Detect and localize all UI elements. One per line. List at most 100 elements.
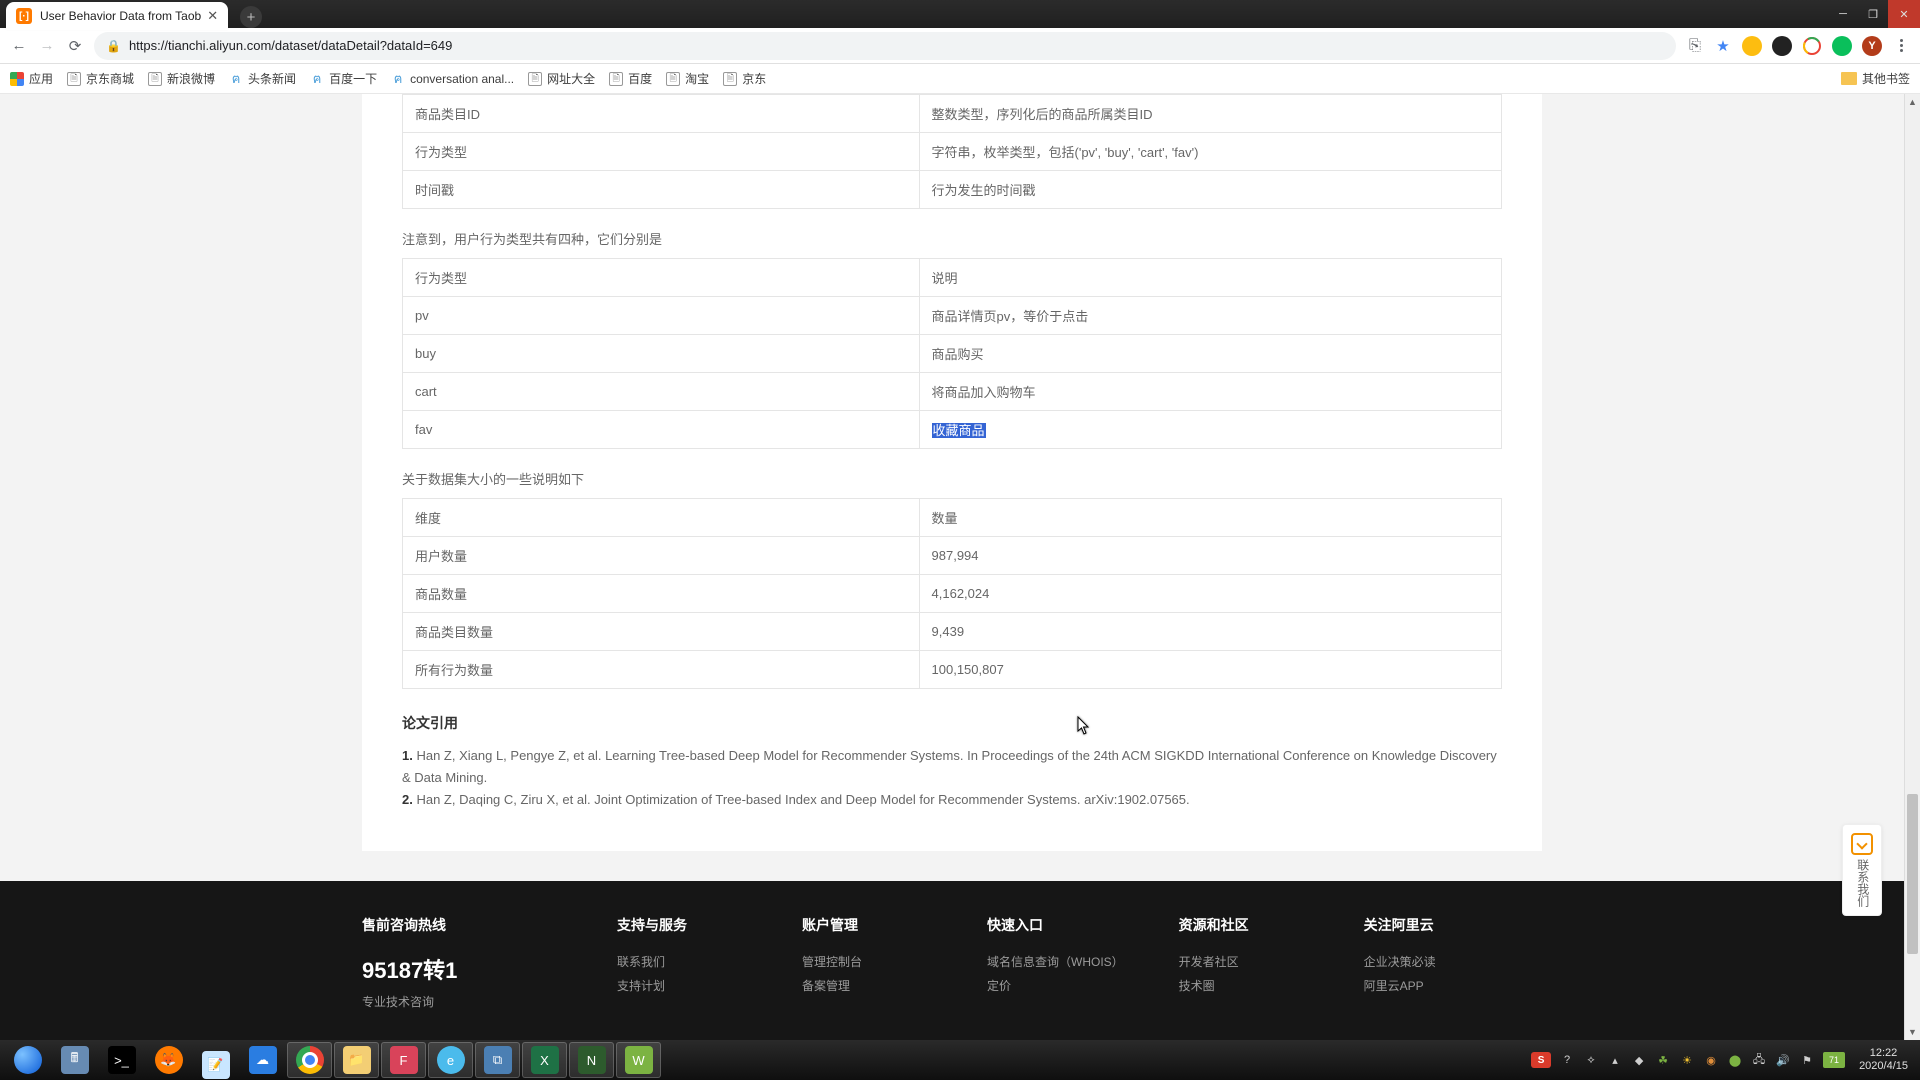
cell-key: cart <box>403 373 920 411</box>
extension-icon[interactable] <box>1832 36 1852 56</box>
volume-icon[interactable]: 🔊 <box>1775 1052 1791 1068</box>
footer-link[interactable]: 企业决策必读 <box>1364 953 1494 970</box>
cell-val: 字符串，枚举类型，包括('pv', 'buy', 'cart', 'fav') <box>919 133 1501 171</box>
footer-link[interactable]: 联系我们 <box>617 953 747 970</box>
taskbar-app[interactable]: 📝 <box>193 1042 238 1078</box>
bookmark-item[interactable]: ฅ百度一下 <box>310 70 377 87</box>
profile-avatar[interactable]: Y <box>1862 36 1882 56</box>
table-row: 行为类型字符串，枚举类型，包括('pv', 'buy', 'cart', 'fa… <box>403 133 1502 171</box>
taskbar: 🖩 >_ 🦊 📝 ☁ 📁 F e ⧉ X N W S ? ⟡ ▴ ◆ ☘ ☀ ◉… <box>0 1040 1920 1080</box>
forward-button[interactable]: → <box>38 37 56 55</box>
taskbar-app-chrome[interactable] <box>287 1042 332 1078</box>
tray-icon[interactable]: ◆ <box>1631 1052 1647 1068</box>
footer-link[interactable]: 域名信息查询（WHOIS） <box>987 953 1124 970</box>
url-text: https://tianchi.aliyun.com/dataset/dataD… <box>129 38 452 53</box>
cell-key: 行为类型 <box>403 259 920 297</box>
extension-icon[interactable] <box>1802 36 1822 56</box>
footer-link[interactable]: 定价 <box>987 977 1124 994</box>
footer-heading: 资源和社区 <box>1179 915 1309 935</box>
contact-float-button[interactable]: 联系我们 <box>1842 824 1882 916</box>
system-tray: S ? ⟡ ▴ ◆ ☘ ☀ ◉ ⬤ 🖧 🔊 ⚑ 71 <box>1525 1052 1851 1068</box>
taskbar-app[interactable]: ☁ <box>240 1042 285 1078</box>
browser-tab[interactable]: [·] User Behavior Data from Taob ✕ <box>6 2 228 30</box>
battery-icon[interactable]: 71 <box>1823 1052 1845 1068</box>
scroll-down-icon[interactable]: ▼ <box>1905 1024 1920 1040</box>
taskbar-app[interactable]: ⧉ <box>475 1042 520 1078</box>
tray-icon[interactable]: ☀ <box>1679 1052 1695 1068</box>
bookmark-item[interactable]: 🗎新浪微博 <box>148 70 215 87</box>
hotline-label: 售前咨询热线 <box>362 915 562 935</box>
back-button[interactable]: ← <box>10 37 28 55</box>
cell-key: 所有行为数量 <box>403 651 920 689</box>
tray-icon[interactable]: ☘ <box>1655 1052 1671 1068</box>
extension-icon[interactable] <box>1742 36 1762 56</box>
reload-button[interactable]: ⟳ <box>66 37 84 55</box>
start-button[interactable] <box>5 1042 50 1078</box>
size-table: 维度数量 用户数量987,994 商品数量4,162,024 商品类目数量9,4… <box>402 498 1502 689</box>
selected-text: 收藏商品 <box>932 423 986 438</box>
menu-button[interactable] <box>1892 37 1910 55</box>
taskbar-app[interactable]: W <box>616 1042 661 1078</box>
bookmark-item[interactable]: ฅconversation anal... <box>391 72 514 86</box>
footer-link[interactable]: 支持计划 <box>617 977 747 994</box>
os-titlebar: ─ ❐ ✕ <box>0 0 1920 28</box>
taskbar-app[interactable]: 🦊 <box>146 1042 191 1078</box>
tray-chevron-icon[interactable]: ▴ <box>1607 1052 1623 1068</box>
lock-icon: 🔒 <box>106 39 121 53</box>
bookmark-item[interactable]: 🗎淘宝 <box>666 70 709 87</box>
translate-icon[interactable]: ⎘ <box>1686 37 1704 55</box>
footer-link[interactable]: 备案管理 <box>802 977 932 994</box>
footer-heading: 关注阿里云 <box>1364 915 1494 935</box>
taskbar-app[interactable]: >_ <box>99 1042 144 1078</box>
taskbar-clock[interactable]: 12:22 2020/4/15 <box>1851 1047 1916 1073</box>
vertical-scrollbar[interactable]: ▲ ▼ <box>1904 94 1920 1040</box>
tray-icon[interactable]: ? <box>1559 1052 1575 1068</box>
taskbar-app[interactable]: F <box>381 1042 426 1078</box>
cell-key: pv <box>403 297 920 335</box>
footer-link[interactable]: 阿里云APP <box>1364 977 1494 994</box>
ime-icon[interactable]: S <box>1531 1052 1551 1068</box>
tab-close-icon[interactable]: ✕ <box>207 8 218 24</box>
table-row: pv商品详情页pv，等价于点击 <box>403 297 1502 335</box>
network-icon[interactable]: 🖧 <box>1751 1052 1767 1068</box>
os-close-button[interactable]: ✕ <box>1888 0 1920 28</box>
bookmark-item[interactable]: 🗎京东商城 <box>67 70 134 87</box>
cell-key: 商品类目ID <box>403 95 920 133</box>
url-box[interactable]: 🔒 https://tianchi.aliyun.com/dataset/dat… <box>94 32 1676 60</box>
maximize-button[interactable]: ❐ <box>1858 0 1888 28</box>
table-row: fav收藏商品 <box>403 411 1502 449</box>
taskbar-app[interactable]: X <box>522 1042 567 1078</box>
footer-link[interactable]: 技术圈 <box>1179 977 1309 994</box>
footer-heading: 账户管理 <box>802 915 932 935</box>
apps-shortcut[interactable]: 应用 <box>10 70 53 87</box>
hotline-number: 95187转1 <box>362 953 562 985</box>
action-center-icon[interactable]: ⚑ <box>1799 1052 1815 1068</box>
footer-link[interactable]: 管理控制台 <box>802 953 932 970</box>
table-row: 用户数量987,994 <box>403 537 1502 575</box>
taskbar-app[interactable]: N <box>569 1042 614 1078</box>
other-bookmarks[interactable]: 其他书签 <box>1841 70 1910 87</box>
new-tab-button[interactable]: + <box>240 6 262 28</box>
bookmark-label: 百度 <box>628 70 652 87</box>
bookmark-item[interactable]: ฅ头条新闻 <box>229 70 296 87</box>
extension-icon[interactable] <box>1772 36 1792 56</box>
cell-val: 整数类型，序列化后的商品所属类目ID <box>919 95 1501 133</box>
cell-key: 时间戳 <box>403 171 920 209</box>
tray-icon[interactable]: ⬤ <box>1727 1052 1743 1068</box>
scroll-up-icon[interactable]: ▲ <box>1905 94 1920 110</box>
bookmark-label: 淘宝 <box>685 70 709 87</box>
bookmark-item[interactable]: 🗎百度 <box>609 70 652 87</box>
star-icon[interactable]: ★ <box>1714 37 1732 55</box>
ref-text: Han Z, Xiang L, Pengye Z, et al. Learnin… <box>402 748 1497 785</box>
footer-link[interactable]: 开发者社区 <box>1179 953 1309 970</box>
taskbar-app[interactable]: e <box>428 1042 473 1078</box>
minimize-button[interactable]: ─ <box>1828 0 1858 28</box>
taskbar-app[interactable]: 📁 <box>334 1042 379 1078</box>
taskbar-app[interactable]: 🖩 <box>52 1042 97 1078</box>
bookmark-item[interactable]: 🗎网址大全 <box>528 70 595 87</box>
scrollbar-thumb[interactable] <box>1907 794 1918 954</box>
bookmark-item[interactable]: 🗎京东 <box>723 70 766 87</box>
tray-icon[interactable]: ◉ <box>1703 1052 1719 1068</box>
cell-val: 100,150,807 <box>919 651 1501 689</box>
tray-icon[interactable]: ⟡ <box>1583 1052 1599 1068</box>
